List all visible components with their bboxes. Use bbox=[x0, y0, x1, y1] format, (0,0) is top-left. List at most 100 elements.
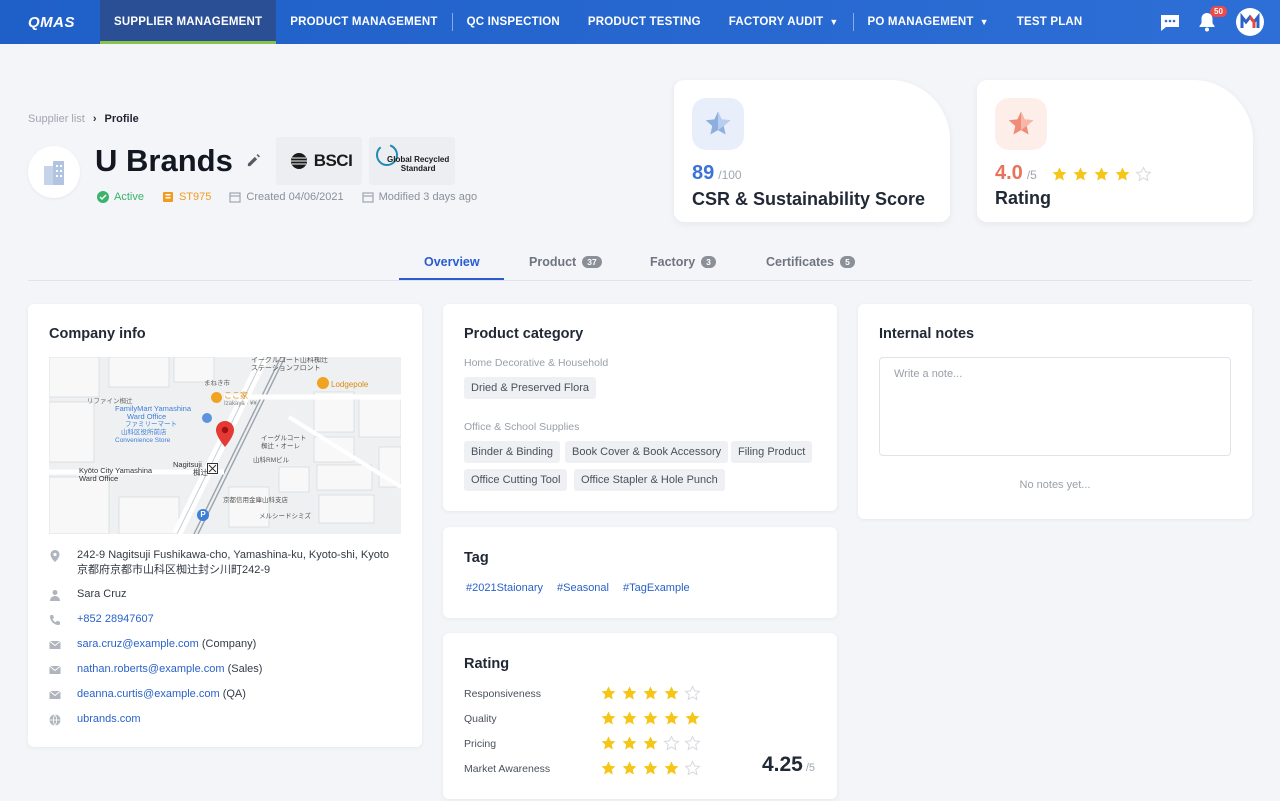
star-filled-icon bbox=[685, 711, 700, 725]
nav-test-plan[interactable]: TEST PLAN bbox=[1003, 0, 1097, 44]
active-tab-indicator bbox=[399, 278, 504, 280]
map-label-building: 山科RMビル bbox=[253, 457, 290, 464]
website-link[interactable]: ubrands.com bbox=[77, 712, 141, 727]
rating-stars-quality[interactable] bbox=[600, 710, 701, 727]
email-link[interactable]: sara.cruz@example.com bbox=[77, 638, 199, 650]
profile-tabs: Overview Product 37 Factory 3 Certificates… bbox=[28, 246, 1252, 281]
tab-product[interactable]: Product 37 bbox=[529, 255, 602, 269]
category-chip[interactable]: Dried & Preserved Flora bbox=[464, 377, 596, 399]
address-text: 242-9 Nagitsuji Fushikawa-cho, Yamashina… bbox=[77, 548, 389, 578]
map-label-line: ファミリーマート bbox=[125, 421, 177, 428]
map-label-line: イーグルコート山科椥辻 bbox=[251, 357, 328, 364]
star-filled-icon bbox=[601, 686, 616, 700]
star-filled-icon bbox=[601, 736, 616, 750]
category-chip[interactable]: Binder & Binding bbox=[464, 441, 560, 463]
address-english: 242-9 Nagitsuji Fushikawa-cho, Yamashina… bbox=[77, 549, 390, 561]
building-icon bbox=[44, 161, 64, 185]
tab-factory[interactable]: Factory 3 bbox=[650, 255, 716, 269]
email-row: sara.cruz@example.com (Company) bbox=[49, 637, 256, 652]
tab-certificates[interactable]: Certificates 5 bbox=[766, 255, 855, 269]
tag-chip[interactable]: #TagExample bbox=[623, 582, 690, 594]
category-chip[interactable]: Filing Product bbox=[731, 441, 813, 463]
edit-icon[interactable] bbox=[246, 153, 262, 169]
star-filled-icon bbox=[601, 711, 616, 725]
tag-chip[interactable]: #2021Staionary bbox=[466, 582, 543, 594]
check-circle-icon bbox=[97, 191, 109, 203]
rating-score-label: Rating bbox=[995, 188, 1051, 208]
nav-qc-inspection[interactable]: QC INSPECTION bbox=[453, 0, 574, 44]
breadcrumb-supplier-list[interactable]: Supplier list bbox=[28, 113, 85, 125]
tag-chip[interactable]: #Seasonal bbox=[557, 582, 609, 594]
email-link[interactable]: nathan.roberts@example.com bbox=[77, 663, 225, 675]
csr-score-label: CSR & Sustainability Score bbox=[692, 189, 926, 209]
status-label: Active bbox=[114, 191, 144, 203]
tab-certificates-count: 5 bbox=[840, 256, 855, 268]
modified-date: Modified 3 days ago bbox=[362, 191, 477, 203]
note-box bbox=[879, 357, 1231, 456]
mail-icon bbox=[49, 640, 61, 649]
rating-stars-pricing[interactable] bbox=[600, 735, 701, 752]
calendar-icon bbox=[229, 192, 241, 203]
star-filled-icon bbox=[664, 761, 679, 775]
person-icon bbox=[50, 590, 60, 601]
chevron-right-icon: › bbox=[92, 113, 97, 125]
modified-date-label: Modified 3 days ago bbox=[378, 191, 478, 203]
tab-product-count: 37 bbox=[582, 256, 602, 268]
supplier-meta: Active ST975 Created 04/06/2021 Modified… bbox=[97, 191, 477, 203]
map-label-line: Convenience Store bbox=[115, 437, 171, 444]
map-label-line: ここ家 bbox=[224, 391, 248, 400]
company-logo bbox=[28, 146, 80, 198]
star-filled-icon bbox=[643, 761, 658, 775]
nav-supplier-management[interactable]: SUPPLIER MANAGEMENT bbox=[100, 0, 277, 44]
star-filled-icon bbox=[1052, 167, 1067, 181]
star-filled-icon bbox=[622, 711, 637, 725]
location-map[interactable]: P イーグルコート山科椥辻 ステーションフロント Lodgepole まねき市 リ… bbox=[49, 357, 401, 534]
tab-factory-count: 3 bbox=[701, 256, 716, 268]
star-filled-icon bbox=[643, 711, 658, 725]
product-category-card: Product category Home Decorative & House… bbox=[443, 304, 837, 511]
map-label-familymart: FamilyMart Yamashina Ward Office ファミリーマー… bbox=[115, 405, 191, 445]
phone-icon bbox=[50, 615, 60, 625]
email-row: nathan.roberts@example.com (Sales) bbox=[49, 662, 262, 677]
notification-button[interactable]: 50 bbox=[1198, 6, 1227, 32]
contact-name: Sara Cruz bbox=[77, 588, 127, 600]
grs-certificate-badge[interactable]: Global Recycled Standard bbox=[369, 137, 455, 185]
location-pin-icon bbox=[50, 550, 60, 562]
category-chip[interactable]: Office Cutting Tool bbox=[464, 469, 568, 491]
email-entry: nathan.roberts@example.com (Sales) bbox=[77, 662, 262, 677]
nav-po-management[interactable]: PO MANAGEMENT ▼ bbox=[854, 0, 1003, 44]
company-info-title: Company info bbox=[49, 326, 146, 342]
csr-score-card[interactable]: 89/100 CSR & Sustainability Score bbox=[674, 80, 950, 222]
email-link[interactable]: deanna.curtis@example.com bbox=[77, 688, 220, 700]
category-chip[interactable]: Book Cover & Book Accessory bbox=[565, 441, 729, 463]
notification-count-badge: 50 bbox=[1210, 6, 1227, 17]
rating-stars-market-awareness[interactable] bbox=[600, 760, 701, 777]
mail-icon bbox=[49, 690, 61, 699]
chat-icon[interactable] bbox=[1160, 14, 1180, 31]
rating-score-card[interactable]: 4.0/5 Rating bbox=[977, 80, 1253, 222]
phone-link[interactable]: +852 28947607 bbox=[77, 612, 154, 627]
map-label-manezuki: まねき市 bbox=[204, 380, 230, 387]
app-logo[interactable]: QMAS bbox=[0, 14, 100, 31]
rating-label-pricing: Pricing bbox=[464, 738, 497, 750]
map-label-line: Ward Office bbox=[127, 412, 167, 421]
nav-product-testing[interactable]: PRODUCT TESTING bbox=[574, 0, 715, 44]
supplier-code-label: ST975 bbox=[178, 191, 212, 203]
address-japanese: 京都府京都市山科区椥辻封シ川町242-9 bbox=[77, 564, 271, 576]
map-label-mercedes: メルシードシミズ bbox=[259, 513, 311, 520]
nav-product-management[interactable]: PRODUCT MANAGEMENT bbox=[276, 0, 451, 44]
category-chip[interactable]: Office Stapler & Hole Punch bbox=[574, 469, 725, 491]
tab-overview[interactable]: Overview bbox=[424, 255, 480, 269]
rating-stars-responsiveness[interactable] bbox=[600, 685, 701, 702]
rating-label-market-awareness: Market Awareness bbox=[464, 763, 551, 775]
tag-title: Tag bbox=[464, 550, 489, 566]
note-input[interactable] bbox=[880, 358, 1230, 455]
star-filled-icon bbox=[1094, 167, 1109, 181]
bsci-certificate-badge[interactable]: BSCI bbox=[276, 137, 362, 185]
nav-factory-audit[interactable]: FACTORY AUDIT ▼ bbox=[715, 0, 853, 44]
nav-actions: 50 bbox=[1160, 0, 1264, 44]
chevron-down-icon: ▼ bbox=[829, 17, 839, 27]
map-label-lodgepole: Lodgepole bbox=[331, 380, 369, 389]
contact-row: Sara Cruz bbox=[49, 587, 127, 602]
user-avatar[interactable] bbox=[1236, 8, 1264, 36]
